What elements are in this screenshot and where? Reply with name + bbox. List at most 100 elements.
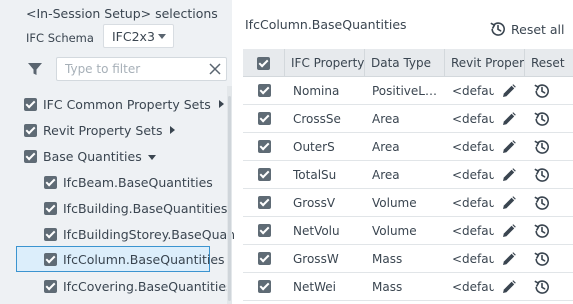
ifc-property-cell[interactable]: CrossSe xyxy=(293,105,363,132)
tree-item[interactable]: Revit Property Sets xyxy=(24,118,224,142)
row-checkbox-cell xyxy=(243,77,285,104)
filter-icon[interactable] xyxy=(27,61,43,77)
close-icon[interactable] xyxy=(207,61,223,77)
pencil-icon[interactable] xyxy=(500,194,518,212)
ifc-property-cell[interactable]: TotalSu xyxy=(293,161,363,188)
tree-item-checkbox[interactable] xyxy=(44,279,57,293)
row-checkbox-cell xyxy=(243,161,285,188)
data-type-cell: Area xyxy=(372,167,400,182)
tree-item[interactable]: Base Quantities xyxy=(24,144,224,168)
history-icon[interactable] xyxy=(533,250,551,268)
panel-title: <In-Session Setup> selections xyxy=(26,6,218,21)
row-checkbox[interactable] xyxy=(257,280,271,293)
history-icon[interactable] xyxy=(533,166,551,184)
ifc-property-cell[interactable]: Nomina xyxy=(293,77,363,104)
chevron-down-icon xyxy=(158,34,166,39)
pencil-icon[interactable] xyxy=(500,82,518,100)
properties-grid: IFC Property Data Type Revit Proper Rese… xyxy=(243,49,573,304)
tree-item-label: IfcColumn.BaseQuantities xyxy=(63,251,225,267)
history-icon[interactable] xyxy=(533,278,551,296)
tree-item[interactable]: IfcColumn.BaseQuantities xyxy=(16,246,225,272)
caret-right-icon[interactable] xyxy=(218,100,224,108)
row-checkbox[interactable] xyxy=(257,196,271,209)
grid-header: IFC Property Data Type Revit Proper Rese… xyxy=(243,49,573,77)
revit-property-cell[interactable]: <defau xyxy=(452,161,494,188)
table-row[interactable]: GrossW Mass <defau xyxy=(243,245,573,273)
tree-item[interactable]: IFC Common Property Sets xyxy=(24,92,224,116)
ifc-property-cell[interactable]: GrossV xyxy=(293,189,363,216)
row-checkbox-cell xyxy=(243,133,285,160)
caret-right-icon[interactable] xyxy=(170,126,176,134)
column-header-ifc-property[interactable]: IFC Property xyxy=(285,49,365,77)
revit-property-cell[interactable]: <defau xyxy=(452,105,494,132)
row-checkbox[interactable] xyxy=(257,252,271,265)
revit-property-cell[interactable]: <defau xyxy=(452,77,494,104)
ifc-property-cell[interactable]: OuterS xyxy=(293,133,363,160)
tree-item[interactable]: IfcBeam.BaseQuantities xyxy=(44,170,226,194)
pencil-icon[interactable] xyxy=(500,222,518,240)
pencil-icon[interactable] xyxy=(500,278,518,296)
row-checkbox-cell xyxy=(243,273,285,300)
tree-item-checkbox[interactable] xyxy=(24,149,37,163)
row-checkbox-cell xyxy=(243,105,285,132)
data-type-cell: Mass xyxy=(372,279,403,294)
revit-property-cell[interactable]: <defau xyxy=(452,273,494,300)
row-checkbox[interactable] xyxy=(257,168,271,181)
ifc-property-cell[interactable]: GrossW xyxy=(293,245,363,272)
tree-item-checkbox[interactable] xyxy=(44,175,57,189)
row-checkbox[interactable] xyxy=(257,84,271,97)
scrollbar-thumb[interactable] xyxy=(228,96,231,301)
revit-property-cell[interactable]: <defau xyxy=(452,245,494,272)
selected-set-title: IfcColumn.BaseQuantities xyxy=(245,17,407,32)
history-icon[interactable] xyxy=(533,222,551,240)
history-icon[interactable] xyxy=(533,194,551,212)
revit-property-cell[interactable]: <defau xyxy=(452,217,494,244)
history-icon[interactable] xyxy=(533,82,551,100)
tree-item-checkbox[interactable] xyxy=(24,97,37,111)
column-header-revit-property[interactable]: Revit Proper xyxy=(445,49,525,77)
tree-item-checkbox[interactable] xyxy=(44,201,57,215)
reset-all-button[interactable]: Reset all xyxy=(489,19,565,39)
history-icon[interactable] xyxy=(533,110,551,128)
tree-item-label: IfcBuilding.BaseQuantities xyxy=(63,200,228,216)
tree-item[interactable]: IfcBuilding.BaseQuantities xyxy=(44,196,228,220)
tree-item[interactable]: IfcCovering.BaseQuantities xyxy=(44,274,233,298)
caret-down-icon[interactable] xyxy=(147,154,156,160)
tree-item-checkbox[interactable] xyxy=(44,252,57,266)
history-icon[interactable] xyxy=(533,138,551,156)
pencil-icon[interactable] xyxy=(500,110,518,128)
data-type-cell: Area xyxy=(372,139,400,154)
tree-item-label: Base Quantities xyxy=(43,148,142,164)
revit-property-cell[interactable]: <defau xyxy=(452,133,494,160)
table-row[interactable]: CrossSe Area <defau xyxy=(243,105,573,133)
table-row[interactable]: OuterS Area <defau xyxy=(243,133,573,161)
pencil-icon[interactable] xyxy=(500,166,518,184)
header-select-all[interactable] xyxy=(243,49,285,77)
data-type-cell: PositiveL… xyxy=(372,83,437,98)
ifc-schema-value: IFC2x3 xyxy=(112,28,155,44)
tree-item-checkbox[interactable] xyxy=(24,123,37,137)
row-checkbox[interactable] xyxy=(257,112,271,125)
ifc-property-cell[interactable]: NetVolu xyxy=(293,217,363,244)
table-row[interactable]: GrossV Volume <defau xyxy=(243,189,573,217)
tree-item-checkbox[interactable] xyxy=(44,227,57,241)
tree-item-label: IfcBeam.BaseQuantities xyxy=(63,174,213,190)
pencil-icon[interactable] xyxy=(500,250,518,268)
table-row[interactable]: Nomina PositiveL… <defau xyxy=(243,77,573,105)
pencil-icon[interactable] xyxy=(500,138,518,156)
revit-property-cell[interactable]: <defau xyxy=(452,189,494,216)
tree-item-label: IFC Common Property Sets xyxy=(43,96,211,112)
table-row[interactable]: NetWei Mass <defau xyxy=(243,273,573,301)
tree-item[interactable]: IfcBuildingStorey.BaseQuan xyxy=(44,222,235,246)
ifc-property-cell[interactable]: NetWei xyxy=(293,273,363,300)
filter-input[interactable] xyxy=(56,57,227,81)
column-header-data-type[interactable]: Data Type xyxy=(365,49,445,77)
ifc-schema-dropdown[interactable]: IFC2x3 xyxy=(103,24,174,48)
row-checkbox[interactable] xyxy=(257,140,271,153)
row-checkbox[interactable] xyxy=(257,224,271,237)
select-all-checkbox[interactable] xyxy=(257,56,270,70)
column-header-reset[interactable]: Reset xyxy=(525,49,573,77)
row-checkbox-cell xyxy=(243,245,285,272)
table-row[interactable]: NetVolu Volume <defau xyxy=(243,217,573,245)
table-row[interactable]: TotalSu Area <defau xyxy=(243,161,573,189)
